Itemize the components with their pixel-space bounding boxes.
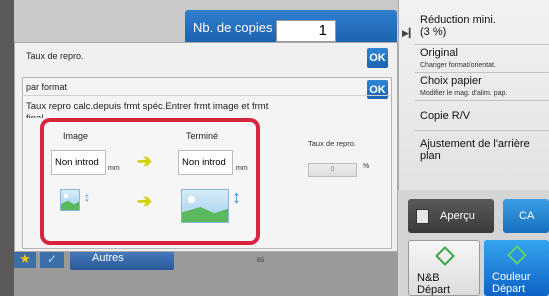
percent-label: % <box>363 163 370 170</box>
clear-all-label: CA <box>519 210 535 222</box>
menu-item-paper[interactable]: Choix papier Modifier le mag. d'alim. pa… <box>420 75 507 100</box>
color-start-line2: Départ <box>492 283 526 295</box>
check-icon: ✓ <box>46 252 58 266</box>
finished-column-label: Terminé <box>186 131 219 141</box>
dialog-title: par format <box>26 82 68 92</box>
resize-arrow-icon: ↕ <box>84 190 90 204</box>
ratio-label: Taux de repro. <box>308 139 356 148</box>
menu-item-label: Ajustement de l'arrière plan <box>420 138 530 162</box>
ok-button[interactable]: OK <box>367 48 388 68</box>
divider <box>22 95 392 96</box>
menu-item-background[interactable]: Ajustement de l'arrière plan <box>420 138 549 162</box>
original-image-icon <box>60 189 80 211</box>
final-size-input[interactable]: Non introd <box>178 150 233 175</box>
skip-arrow-icon[interactable]: ▶▎ <box>402 28 416 39</box>
resize-arrow-icon: ↕ <box>232 187 241 207</box>
menu-item-label: Copie R/V <box>420 110 471 122</box>
start-diamond-icon <box>435 246 455 266</box>
divider <box>415 72 549 73</box>
finished-image-icon <box>181 189 229 223</box>
menu-item-duplex[interactable]: Copie R/V <box>420 110 470 122</box>
preview-label: Aperçu <box>440 210 475 222</box>
menu-item-sub: Changer format/orientat. <box>420 62 496 69</box>
menu-item-label: Original <box>420 47 458 59</box>
star-icon: ★ <box>19 251 31 266</box>
original-size-input[interactable]: Non introd <box>51 150 106 175</box>
divider <box>415 100 549 101</box>
bw-start-line1: N&B <box>417 272 440 284</box>
color-start-line1: Couleur <box>492 271 531 283</box>
arrow-right-icon: ➔ <box>137 191 153 211</box>
copies-input[interactable]: 1 <box>276 20 336 42</box>
menu-item-label: Choix papier <box>420 75 482 87</box>
divider <box>415 130 549 131</box>
ok-button[interactable]: OK <box>367 80 388 99</box>
copies-label: Nb. de copies <box>193 20 273 35</box>
bw-start-line2: Départ <box>417 284 451 296</box>
menu-item-sub: (3 %) <box>420 26 447 38</box>
dialog-description: Taux repro calc.depuis frmt spéc.Entrer … <box>26 101 269 118</box>
start-diamond-icon <box>507 245 527 265</box>
unit-label: mm <box>236 165 248 172</box>
menu-item-original[interactable]: Original Changer format/orientat. <box>420 47 496 72</box>
bw-start-button[interactable]: N&B Départ <box>408 240 480 296</box>
divider <box>415 44 549 45</box>
ratio-input: 0 <box>308 163 357 177</box>
paper-size-label: B5 <box>257 258 265 264</box>
menu-item-label: Réduction mini. <box>420 14 496 26</box>
color-start-label: Couleur Départ <box>492 271 531 295</box>
unit-label: mm <box>108 165 120 172</box>
left-edge-strip <box>0 0 14 296</box>
color-start-button[interactable]: Couleur Départ <box>484 240 549 296</box>
arrow-right-icon: ➔ <box>137 151 153 171</box>
dialog-title: Taux de repro. <box>26 51 84 61</box>
check-button[interactable]: ✓ <box>40 250 64 268</box>
menu-item-sub: Modifier le mag. d'alim. pap. <box>420 90 508 97</box>
menu-item-min-reduction[interactable]: Réduction mini. (3 %) <box>420 14 496 38</box>
bw-start-label: N&B Départ <box>417 272 450 296</box>
favorite-button[interactable]: ★ <box>14 250 36 268</box>
preview-icon <box>416 209 429 224</box>
image-column-label: Image <box>63 131 89 141</box>
others-label: Autres <box>92 252 124 264</box>
